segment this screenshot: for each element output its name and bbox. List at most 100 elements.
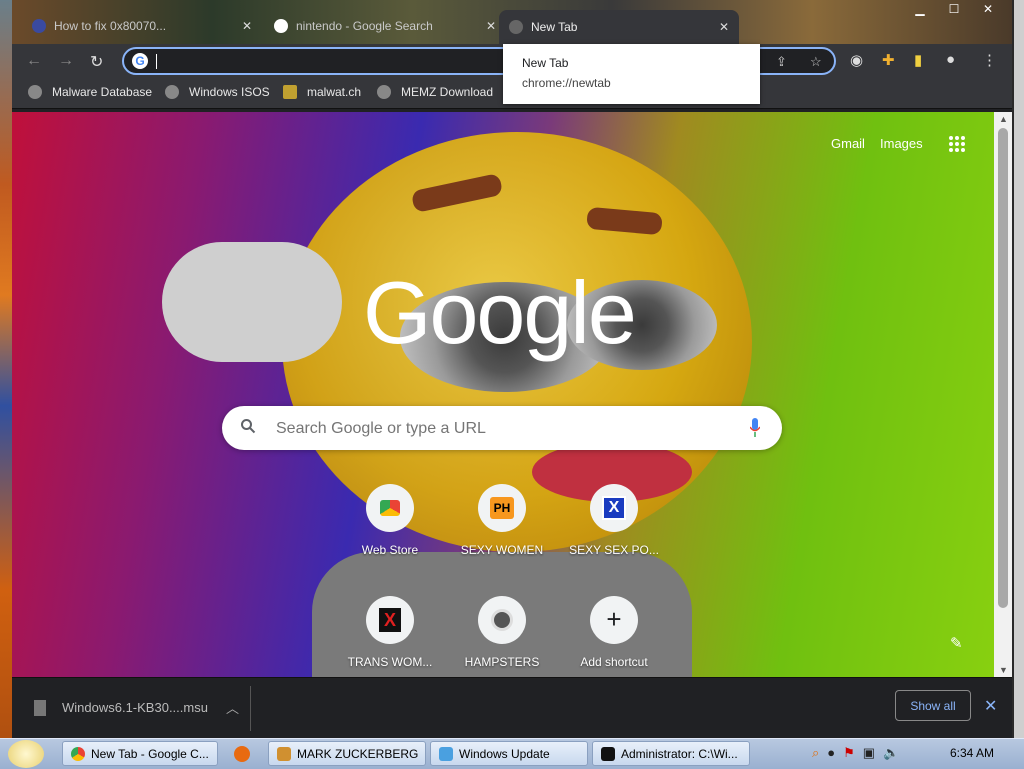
- shortcut-trans-wom[interactable]: X TRANS WOM...: [334, 596, 446, 669]
- start-button[interactable]: [8, 740, 44, 768]
- search-tray-icon[interactable]: ⌕: [812, 745, 819, 761]
- globe-icon: [28, 85, 42, 99]
- share-icon[interactable]: ⇪: [776, 54, 787, 70]
- shortcut-web-store[interactable]: Web Store: [334, 484, 446, 557]
- taskbar-item-cmd[interactable]: Administrator: C:\Wi...: [592, 741, 750, 766]
- images-link[interactable]: Images: [880, 136, 923, 151]
- taskbar-item-windows-update[interactable]: Windows Update: [430, 741, 588, 766]
- file-icon: [34, 699, 46, 716]
- gmail-link[interactable]: Gmail: [831, 136, 865, 151]
- divider: [250, 686, 251, 731]
- shortcut-label: SEXY WOMEN: [460, 543, 544, 557]
- shortcut-sexy-women[interactable]: PH SEXY WOMEN: [446, 484, 558, 557]
- taskbar-item-chrome[interactable]: New Tab - Google C...: [62, 741, 218, 766]
- google-logo: Google: [363, 263, 637, 362]
- action-center-icon[interactable]: ⚑: [843, 745, 855, 761]
- extensions-puzzle-icon[interactable]: ✚: [882, 51, 895, 69]
- microphone-icon[interactable]: [750, 418, 760, 438]
- title-bar: How to fix 0x80070... ✕ nintendo - Googl…: [12, 0, 1012, 44]
- profile-flag-icon[interactable]: ◉: [850, 51, 863, 69]
- customize-pencil-icon[interactable]: ✎: [950, 634, 963, 652]
- windows-update-icon: [439, 746, 453, 761]
- shortcut-hampsters[interactable]: HAMPSTERS: [446, 596, 558, 669]
- search-input[interactable]: [274, 416, 738, 442]
- globe-icon: [165, 85, 179, 99]
- tab-new-tab[interactable]: New Tab ✕: [499, 10, 739, 44]
- search-icon: [241, 419, 256, 434]
- back-icon[interactable]: ←: [26, 52, 42, 70]
- search-box[interactable]: [222, 406, 782, 450]
- plus-icon: +: [590, 596, 638, 644]
- tab-title: New Tab: [531, 20, 578, 34]
- taskbar-label: MARK ZUCKERBERG: [297, 746, 419, 761]
- chrome-window: How to fix 0x80070... ✕ nintendo - Googl…: [12, 0, 1012, 739]
- window-controls: ▁ ☐ ✕: [910, 2, 998, 16]
- page-scrollbar[interactable]: ▲ ▼: [994, 112, 1012, 677]
- tab-tooltip: New Tab chrome://newtab: [503, 44, 760, 104]
- chrome-icon: [71, 746, 85, 761]
- scroll-up-icon[interactable]: ▲: [999, 114, 1008, 124]
- network-icon[interactable]: ▣: [863, 745, 875, 761]
- bookmark-memz-download[interactable]: MEMZ Download: [377, 85, 493, 99]
- taskbar-label: Administrator: C:\Wi...: [621, 746, 738, 761]
- bookmark-malwatch[interactable]: malwat.ch: [283, 85, 361, 99]
- x-blue-icon: X: [590, 484, 638, 532]
- menu-kebab-icon[interactable]: ⋮: [982, 51, 997, 69]
- tab-nintendo-search[interactable]: nintendo - Google Search ✕: [274, 12, 496, 40]
- desktop-right-edge: [1014, 0, 1024, 738]
- side-panel-icon[interactable]: ▮: [914, 51, 922, 69]
- download-item[interactable]: Windows6.1-KB30....msu ︿: [34, 698, 239, 717]
- tab-how-to-fix[interactable]: How to fix 0x80070... ✕: [32, 12, 252, 40]
- taskbar-item-mark-zuckerberg[interactable]: MARK ZUCKERBERG: [268, 741, 426, 766]
- star-bookmark-icon[interactable]: ☆: [810, 54, 822, 70]
- close-downloads-icon[interactable]: ✕: [984, 696, 997, 716]
- shield-icon: [32, 19, 46, 33]
- bookmark-malware-database[interactable]: Malware Database: [28, 85, 152, 99]
- scroll-down-icon[interactable]: ▼: [999, 665, 1008, 675]
- text-caret: [156, 54, 157, 69]
- taskbar-label: New Tab - Google C...: [91, 746, 209, 761]
- google-icon: [274, 19, 288, 33]
- tooltip-title: New Tab: [522, 56, 569, 70]
- bookmark-windows-isos[interactable]: Windows ISOS: [165, 85, 270, 99]
- new-tab-page: Gmail Images Google Web Store: [12, 112, 994, 677]
- bookmark-label: Malware Database: [52, 85, 153, 99]
- cmd-icon: [601, 746, 615, 761]
- shortcut-sexy-sex-po[interactable]: X SEXY SEX PO...: [558, 484, 670, 557]
- bookmark-label: malwat.ch: [307, 85, 362, 99]
- malwatch-icon: [283, 85, 297, 99]
- shortcut-add[interactable]: + Add shortcut: [558, 596, 670, 669]
- tray-icon[interactable]: ●: [827, 745, 835, 761]
- system-tray: ⌕ ● ⚑ ▣ 🔈: [812, 745, 899, 761]
- shortcut-label: TRANS WOM...: [347, 655, 433, 669]
- forward-icon[interactable]: →: [58, 52, 74, 70]
- shortcut-label: HAMPSTERS: [464, 655, 540, 669]
- tab-close-icon[interactable]: ✕: [242, 19, 252, 33]
- minimize-icon[interactable]: ▁: [910, 2, 930, 16]
- account-avatar-icon[interactable]: ●: [946, 51, 955, 68]
- reload-icon[interactable]: ↻: [90, 52, 103, 72]
- tab-close-icon[interactable]: ✕: [486, 19, 496, 33]
- scrollbar-thumb[interactable]: [998, 128, 1008, 608]
- firefox-icon[interactable]: [234, 746, 250, 762]
- maximize-icon[interactable]: ☐: [944, 2, 964, 16]
- tab-close-icon[interactable]: ✕: [719, 20, 729, 34]
- close-window-icon[interactable]: ✕: [978, 2, 998, 16]
- bookmark-label: Windows ISOS: [189, 85, 270, 99]
- shortcut-label: Add shortcut: [580, 655, 648, 669]
- google-g-icon: G: [132, 53, 148, 69]
- google-apps-icon[interactable]: [949, 136, 965, 152]
- tooltip-url: chrome://newtab: [522, 76, 611, 90]
- windows-taskbar: New Tab - Google C... MARK ZUCKERBERG Wi…: [0, 738, 1024, 769]
- desktop-left-edge: [0, 0, 12, 738]
- bookmark-label: MEMZ Download: [401, 85, 494, 99]
- background-hand: [162, 242, 342, 362]
- x-red-icon: X: [366, 596, 414, 644]
- tab-title: How to fix 0x80070...: [54, 19, 167, 33]
- chevron-up-icon[interactable]: ︿: [226, 698, 239, 717]
- taskbar-clock[interactable]: 6:34 AM: [950, 746, 994, 760]
- volume-icon[interactable]: 🔈: [883, 745, 899, 761]
- taskbar-label: Windows Update: [459, 746, 550, 761]
- show-all-button[interactable]: Show all: [895, 690, 971, 721]
- download-filename: Windows6.1-KB30....msu: [62, 700, 208, 715]
